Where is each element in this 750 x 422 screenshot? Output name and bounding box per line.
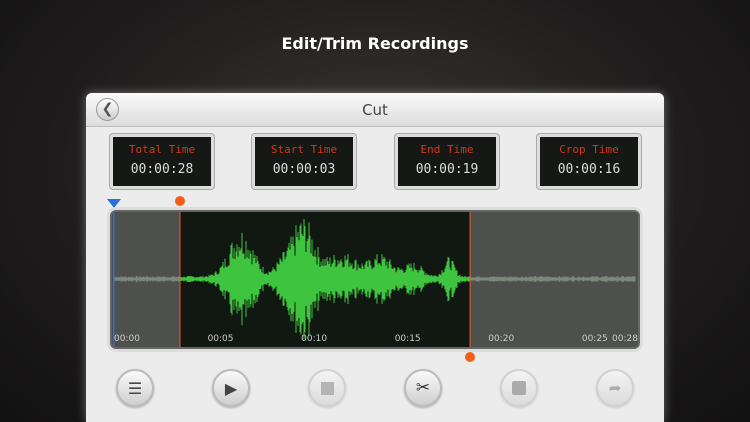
- playhead-marker[interactable]: [107, 199, 121, 208]
- cut-panel: ❮ Cut Total Time 00:00:28 Start Time 00:00…: [86, 93, 664, 422]
- recordings-list-button[interactable]: ☰: [116, 369, 154, 407]
- stop-button[interactable]: [308, 369, 346, 407]
- stop-icon: [320, 381, 334, 395]
- timer-value: 00:00:16: [557, 162, 621, 177]
- play-icon: ▶: [224, 378, 238, 398]
- playhead-line: [113, 212, 115, 347]
- cut-button[interactable]: ✂: [404, 369, 442, 407]
- trimmed-region-left: [112, 212, 180, 347]
- scissors-icon: ✂: [415, 378, 431, 398]
- page-headline: Edit/Trim Recordings: [281, 34, 469, 53]
- timer-value: 00:00:19: [415, 162, 479, 177]
- waveform: [112, 212, 638, 347]
- crop-time-display: Crop Time 00:00:16: [537, 134, 641, 189]
- end-trim-handle[interactable]: [464, 352, 475, 362]
- timer-label: Start Time: [270, 143, 338, 156]
- timer-value: 00:00:03: [272, 162, 336, 177]
- start-time-display: Start Time 00:00:03: [252, 134, 356, 189]
- trimmed-region-right: [469, 212, 638, 347]
- start-trim-handle[interactable]: [174, 196, 185, 206]
- time-tick-label: 00:05: [207, 334, 234, 344]
- timer-value: 00:00:28: [130, 162, 194, 177]
- waveform-view[interactable]: 00:00 00:05 00:10 00:15 00:20 00:25 00:28: [110, 210, 640, 349]
- start-line: [179, 212, 181, 347]
- time-tick-label: 00:20: [488, 334, 515, 344]
- timer-label: End Time: [420, 143, 474, 156]
- time-tick-label: 00:10: [301, 334, 328, 344]
- time-tick-label: 00:28: [612, 334, 638, 344]
- share-icon: ➦: [608, 379, 622, 397]
- page-title: Cut: [362, 101, 388, 119]
- play-button[interactable]: ▶: [212, 369, 250, 407]
- share-button[interactable]: ➦: [596, 369, 634, 407]
- timer-label: Crop Time: [559, 143, 619, 156]
- timer-label: Total Time: [128, 143, 196, 156]
- time-tick-label: 00:15: [394, 334, 421, 344]
- end-time-display: End Time 00:00:19: [395, 134, 499, 189]
- floppy-disk-icon: [512, 381, 526, 395]
- end-line: [469, 212, 471, 347]
- total-time-display: Total Time 00:00:28: [110, 134, 214, 189]
- time-tick-label: 00:00: [114, 334, 140, 344]
- time-tick-label: 00:25: [581, 334, 608, 344]
- list-icon: ☰: [127, 378, 143, 398]
- save-button[interactable]: [500, 369, 538, 407]
- nav-bar: ❮ Cut: [86, 93, 664, 127]
